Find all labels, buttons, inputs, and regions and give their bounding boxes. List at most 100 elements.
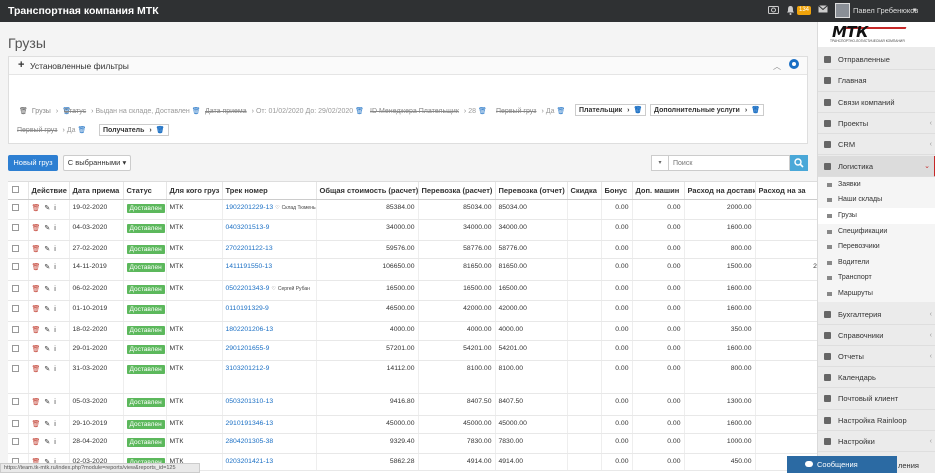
info-icon[interactable]: i: [54, 366, 56, 373]
gear-icon[interactable]: [789, 59, 799, 69]
sidebar-item[interactable]: Календарь: [818, 367, 935, 389]
track-link[interactable]: 1411191550-13: [226, 263, 273, 270]
edit-icon[interactable]: ✎: [44, 420, 50, 428]
camera-icon[interactable]: [768, 5, 779, 17]
row-checkbox[interactable]: [8, 393, 29, 416]
trash-icon[interactable]: 🗑: [556, 108, 565, 115]
info-icon[interactable]: i: [54, 439, 56, 446]
user-name[interactable]: Павел Гребенюков: [853, 6, 918, 15]
track-link[interactable]: 0203201421-13: [226, 458, 274, 465]
logo[interactable]: МТК ТРАНСПОРТНО-ЛОГИСТИЧЕСКАЯ КОМПАНИЯ: [818, 22, 935, 47]
track-link[interactable]: 1802201206-13: [226, 326, 274, 333]
bell-icon[interactable]: [786, 5, 795, 17]
trash-icon[interactable]: 🗑: [32, 398, 41, 406]
edit-icon[interactable]: ✎: [44, 305, 50, 313]
filter-chip[interactable]: Получатель › 🗑: [99, 124, 169, 136]
table-row[interactable]: 🗑 ✎ i 29-01-2020 Доставлен МТК 2901201655-9 572…: [8, 340, 817, 361]
trash-icon[interactable]: 🗑: [32, 285, 41, 293]
filter-chip[interactable]: Дополнительные услуги › 🗑: [650, 104, 765, 116]
trash-icon[interactable]: 🗑: [32, 438, 41, 446]
row-checkbox[interactable]: [8, 240, 29, 259]
edit-icon[interactable]: ✎: [44, 398, 50, 406]
trash-icon[interactable]: 🗑: [634, 107, 643, 114]
search-field-dropdown[interactable]: ▾: [651, 155, 669, 171]
sidebar-subitem[interactable]: Наши склады: [818, 192, 935, 208]
trash-icon[interactable]: 🗑: [32, 420, 41, 428]
col-date[interactable]: Дата приема: [69, 182, 124, 200]
sidebar-item[interactable]: Отправленные: [818, 49, 935, 71]
info-icon[interactable]: i: [54, 421, 56, 428]
row-checkbox[interactable]: [8, 433, 29, 454]
sidebar-item[interactable]: Бухгалтерия ‹: [818, 304, 935, 325]
search-button[interactable]: [790, 155, 808, 171]
filter-chip[interactable]: Статус › Выдан на складе, Доставлен 🗑: [64, 106, 201, 118]
row-checkbox[interactable]: [8, 300, 29, 322]
sidebar-item[interactable]: Настройки ‹: [818, 431, 935, 452]
col-for-whom[interactable]: Для кого груз: [166, 182, 223, 200]
edit-icon[interactable]: ✎: [44, 245, 50, 253]
sidebar-item[interactable]: CRM ‹: [818, 134, 935, 156]
edit-icon[interactable]: ✎: [44, 345, 50, 353]
select-all-checkbox[interactable]: [8, 182, 29, 200]
sidebar-item[interactable]: Справочники ‹: [818, 325, 935, 346]
edit-icon[interactable]: ✎: [44, 224, 50, 232]
col-delivery[interactable]: Расход на доставку: [684, 182, 756, 200]
info-icon[interactable]: i: [54, 225, 56, 232]
track-link[interactable]: 2804201305-38: [226, 438, 274, 445]
table-row[interactable]: 🗑 ✎ i 05-03-2020 Доставлен МТК 0503201310-13 94…: [8, 393, 817, 416]
track-link[interactable]: 2910191346-13: [226, 420, 274, 427]
track-link[interactable]: 2901201655-9: [226, 345, 270, 352]
info-icon[interactable]: i: [54, 264, 56, 271]
sidebar-item[interactable]: Проекты ‹: [818, 113, 935, 135]
edit-icon[interactable]: ✎: [44, 365, 50, 373]
comment-icon[interactable]: ♡: [271, 286, 275, 292]
trash-icon[interactable]: 🗑: [32, 245, 41, 253]
info-icon[interactable]: i: [54, 286, 56, 293]
sidebar-item[interactable]: Почтовый клиент: [818, 388, 935, 410]
filter-chip[interactable]: Плательщик › 🗑: [575, 104, 647, 116]
col-transport-report[interactable]: Перевозка (отчет): [495, 182, 568, 200]
trash-icon[interactable]: 🗑: [32, 305, 41, 313]
table-row[interactable]: 🗑 ✎ i 04-03-2020 Доставлен МТК 0403201513-9 340…: [8, 219, 817, 241]
table-row[interactable]: 🗑 ✎ i 18-02-2020 Доставлен МТК 1802201206-13 40…: [8, 321, 817, 341]
sidebar-subitem[interactable]: Водители: [818, 254, 935, 271]
col-action[interactable]: Действие: [28, 182, 70, 200]
plus-icon[interactable]: +: [18, 59, 24, 71]
row-checkbox[interactable]: [8, 258, 29, 281]
table-row[interactable]: 🗑 ✎ i 29-10-2019 Доставлен МТК 2910191346-13 45…: [8, 415, 817, 434]
info-icon[interactable]: i: [54, 399, 56, 406]
sidebar-subitem[interactable]: Перевозчики: [818, 239, 935, 255]
row-checkbox[interactable]: [8, 321, 29, 341]
filters-title[interactable]: Установленные фильтры: [30, 61, 129, 71]
sidebar-item[interactable]: Главная: [818, 70, 935, 92]
trash-icon[interactable]: 🗑: [156, 127, 165, 134]
trash-icon[interactable]: 🗑: [355, 108, 364, 115]
col-pickup[interactable]: Расход на за: [755, 182, 817, 200]
col-extra[interactable]: Доп. машин: [632, 182, 685, 200]
trash-icon[interactable]: 🗑: [77, 127, 86, 134]
trash-icon[interactable]: 🗑: [478, 108, 487, 115]
col-track[interactable]: Трек номер: [222, 182, 317, 200]
table-row[interactable]: 🗑 ✎ i 19-02-2020 Доставлен МТК 1902201229-13 ♡ С…: [8, 199, 817, 220]
sidebar-item-partial[interactable]: ления: [898, 461, 919, 470]
sidebar-subitem[interactable]: Транспорт: [818, 270, 935, 286]
col-bonus[interactable]: Бонус: [601, 182, 633, 200]
trash-icon[interactable]: 🗑: [32, 345, 41, 353]
table-row[interactable]: 🗑 ✎ i 27-02-2020 Доставлен МТК 2702201122-13 59…: [8, 240, 817, 259]
edit-icon[interactable]: ✎: [44, 285, 50, 293]
col-transport-calc[interactable]: Перевозка (расчет): [418, 182, 496, 200]
info-icon[interactable]: i: [54, 205, 56, 212]
row-checkbox[interactable]: [8, 415, 29, 434]
filter-chip[interactable]: Первый груз › Да 🗑: [17, 125, 86, 137]
edit-icon[interactable]: ✎: [44, 263, 50, 271]
col-discount[interactable]: Скидка: [567, 182, 602, 200]
track-link[interactable]: 3103201212-9: [226, 365, 270, 372]
trash-icon[interactable]: 🗑: [32, 224, 41, 232]
table-row[interactable]: 🗑 ✎ i 06-02-2020 Доставлен МТК 0502201343-9 ♡ Се…: [8, 280, 817, 301]
filter-chip[interactable]: ID Менеджера Плательщик › 28 🗑: [370, 106, 487, 118]
sidebar-item[interactable]: Отчеты ‹: [818, 346, 935, 368]
row-checkbox[interactable]: [8, 340, 29, 361]
trash-icon[interactable]: 🗑: [32, 326, 41, 334]
info-icon[interactable]: i: [54, 346, 56, 353]
sidebar-subitem[interactable]: Спецификации: [818, 223, 935, 240]
